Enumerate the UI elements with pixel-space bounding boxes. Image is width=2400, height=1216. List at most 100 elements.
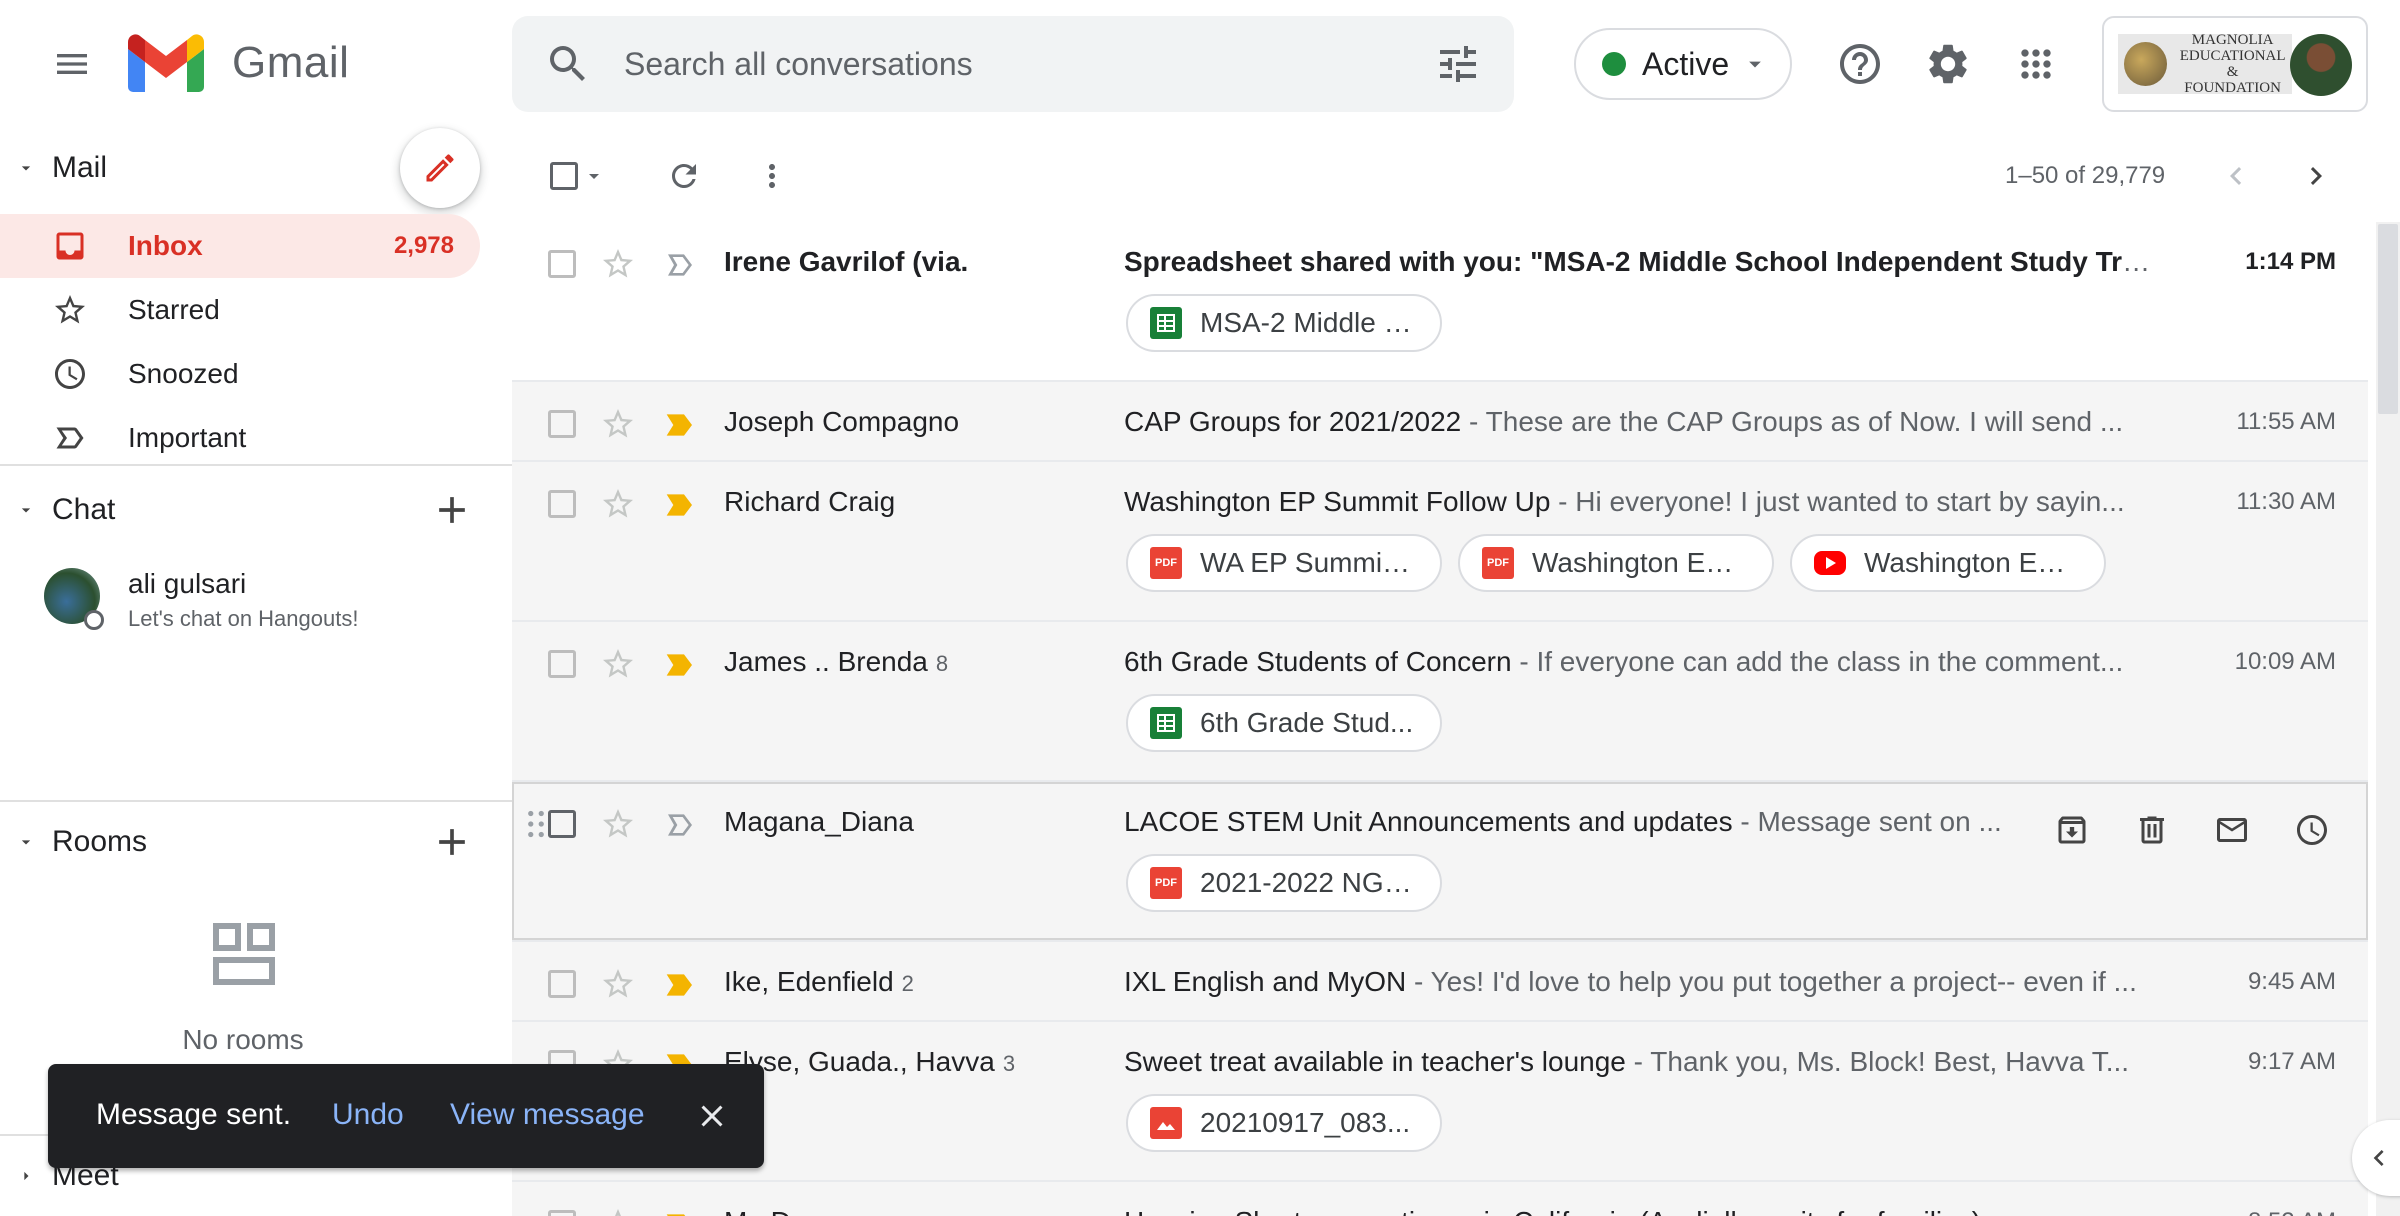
gmail-logo-icon[interactable] <box>128 34 204 92</box>
new-chat-plus-icon[interactable] <box>430 488 474 532</box>
search-bar[interactable] <box>512 16 1514 112</box>
star-toggle-icon[interactable] <box>600 646 636 682</box>
organization-name: MAGNOLIA EDUCATIONAL & FOUNDATION <box>2179 32 2286 96</box>
sheets-file-icon <box>1150 707 1182 739</box>
mail-sender: Ike, Edenfield 2 <box>724 966 914 997</box>
mail-sender: Elyse, Guada., Havva 3 <box>724 1046 1016 1077</box>
sheets-file-icon <box>1150 307 1182 339</box>
delete-icon[interactable] <box>2120 798 2184 862</box>
attachment-chip[interactable]: PDF 2021-2022 NGS... <box>1126 854 1442 912</box>
snackbar-close-button[interactable] <box>688 1092 736 1140</box>
app-name: Gmail <box>232 38 350 87</box>
rooms-section-header[interactable]: Rooms <box>0 810 512 874</box>
row-checkbox[interactable] <box>548 410 576 438</box>
undo-link[interactable]: Undo <box>332 1098 404 1132</box>
important-marker-icon[interactable] <box>664 810 696 840</box>
important-marker-icon[interactable] <box>664 410 696 440</box>
account-avatar[interactable] <box>2290 34 2352 96</box>
sidebar-item-label: Important <box>128 422 247 453</box>
star-toggle-icon[interactable] <box>600 1206 636 1216</box>
mail-row[interactable]: James .. Brenda 8 6th Grade Students of Co… <box>512 622 2368 782</box>
attachment-chips: 6th Grade Stud... <box>1126 694 1442 752</box>
mail-row[interactable]: Elyse, Guada., Havva 3 Sweet treat availab… <box>512 1022 2368 1182</box>
mail-subject: IXL English and MyON <box>1124 966 1407 997</box>
sidebar-item-label: Starred <box>128 294 220 325</box>
attachment-chip[interactable]: MSA-2 Middle S... <box>1126 294 1442 352</box>
star-toggle-icon[interactable] <box>600 966 636 1002</box>
settings-button[interactable] <box>1916 32 1980 96</box>
snooze-icon[interactable] <box>2280 798 2344 862</box>
mail-sender: Magana_Diana <box>724 806 914 837</box>
mail-subject: Spreadsheet shared with you: "MSA-2 Midd… <box>1124 246 2154 277</box>
sidebar-item-important[interactable]: Important <box>0 406 480 470</box>
mail-sender: Mr. D <box>724 1206 791 1216</box>
star-toggle-icon[interactable] <box>600 406 636 442</box>
important-marker-icon[interactable] <box>664 1210 696 1216</box>
main-menu-button[interactable] <box>40 32 104 96</box>
sidebar-item-label: Snoozed <box>128 358 239 389</box>
view-message-link[interactable]: View message <box>450 1098 645 1132</box>
attachment-chip[interactable]: PDF WA EP Summit ... <box>1126 534 1442 592</box>
important-icon <box>56 427 84 449</box>
star-toggle-icon[interactable] <box>600 806 636 842</box>
refresh-button[interactable] <box>652 144 716 208</box>
mail-time: 8:52 AM <box>2248 1208 2336 1216</box>
scrollbar-thumb[interactable] <box>2378 224 2398 414</box>
mail-subject-line: Housing Shortage continues in California… <box>1124 1206 2154 1216</box>
sidebar-item-inbox[interactable]: Inbox 2,978 <box>0 214 480 278</box>
search-icon[interactable] <box>544 40 592 88</box>
newer-page-button[interactable] <box>2204 144 2268 208</box>
more-actions-button[interactable] <box>740 144 804 208</box>
chat-section-header[interactable]: Chat <box>0 478 512 542</box>
sidebar-item-starred[interactable]: Starred <box>0 278 480 342</box>
attachment-chip[interactable]: Washington EP ... <box>1790 534 2106 592</box>
mail-row[interactable]: Mr. D Housing Shortage continues in Calif… <box>512 1182 2368 1216</box>
star-toggle-icon[interactable] <box>600 486 636 522</box>
row-checkbox[interactable] <box>548 970 576 998</box>
drag-handle-icon[interactable] <box>526 810 546 838</box>
section-divider <box>0 800 512 802</box>
attachment-name: WA EP Summit ... <box>1200 547 1414 578</box>
mail-row[interactable]: Richard Craig Washington EP Summit Follow… <box>512 462 2368 622</box>
row-checkbox[interactable] <box>548 1210 576 1216</box>
important-marker-icon[interactable] <box>664 490 696 520</box>
new-room-plus-icon[interactable] <box>430 820 474 864</box>
attachment-chip[interactable]: 6th Grade Stud... <box>1126 694 1442 752</box>
chevron-right-icon <box>2310 167 2322 185</box>
apps-button[interactable] <box>2004 32 2068 96</box>
select-options-dropdown[interactable] <box>578 144 610 208</box>
mail-row[interactable]: Joseph Compagno CAP Groups for 2021/2022 … <box>512 382 2368 462</box>
clock-icon <box>55 359 85 389</box>
star-outline-icon <box>55 295 85 324</box>
thread-count: 8 <box>935 651 949 676</box>
message-list: Irene Gavrilof (via. Spreadsheet shared w… <box>512 222 2368 1216</box>
mail-row[interactable]: Irene Gavrilof (via. Spreadsheet shared w… <box>512 222 2368 382</box>
row-checkbox[interactable] <box>548 810 576 838</box>
pdf-file-icon: PDF <box>1482 547 1514 579</box>
older-page-button[interactable] <box>2284 144 2348 208</box>
row-checkbox[interactable] <box>548 650 576 678</box>
star-toggle-icon[interactable] <box>600 246 636 282</box>
important-marker-icon[interactable] <box>664 250 696 280</box>
search-options-icon[interactable] <box>1434 40 1482 88</box>
status-dropdown[interactable]: Active <box>1574 28 1792 100</box>
important-marker-icon[interactable] <box>664 650 696 680</box>
row-checkbox[interactable] <box>548 250 576 278</box>
status-label: Active <box>1642 45 1730 82</box>
row-checkbox[interactable] <box>548 490 576 518</box>
unread-count: 2,978 <box>393 232 454 259</box>
sidebar-item-snoozed[interactable]: Snoozed <box>0 342 480 406</box>
mail-row[interactable]: Ike, Edenfield 2 IXL English and MyON - Ye… <box>512 942 2368 1022</box>
attachment-chip[interactable]: 20210917_083... <box>1126 1094 1442 1152</box>
search-input[interactable] <box>624 16 1384 112</box>
compose-button[interactable] <box>400 128 480 208</box>
collapse-caret-icon <box>21 508 31 513</box>
important-marker-icon[interactable] <box>664 970 696 1000</box>
attachment-name: 20210917_083... <box>1200 1107 1411 1138</box>
help-button[interactable] <box>1828 32 1892 96</box>
chat-contact[interactable]: ali gulsari Let's chat on Hangouts! <box>40 560 480 650</box>
attachment-chip[interactable]: PDF Washington EP ... <box>1458 534 1774 592</box>
mail-row[interactable]: Magana_Diana LACOE STEM Unit Announcement… <box>512 782 2368 942</box>
mark-read-icon[interactable] <box>2200 798 2264 862</box>
archive-icon[interactable] <box>2040 798 2104 862</box>
